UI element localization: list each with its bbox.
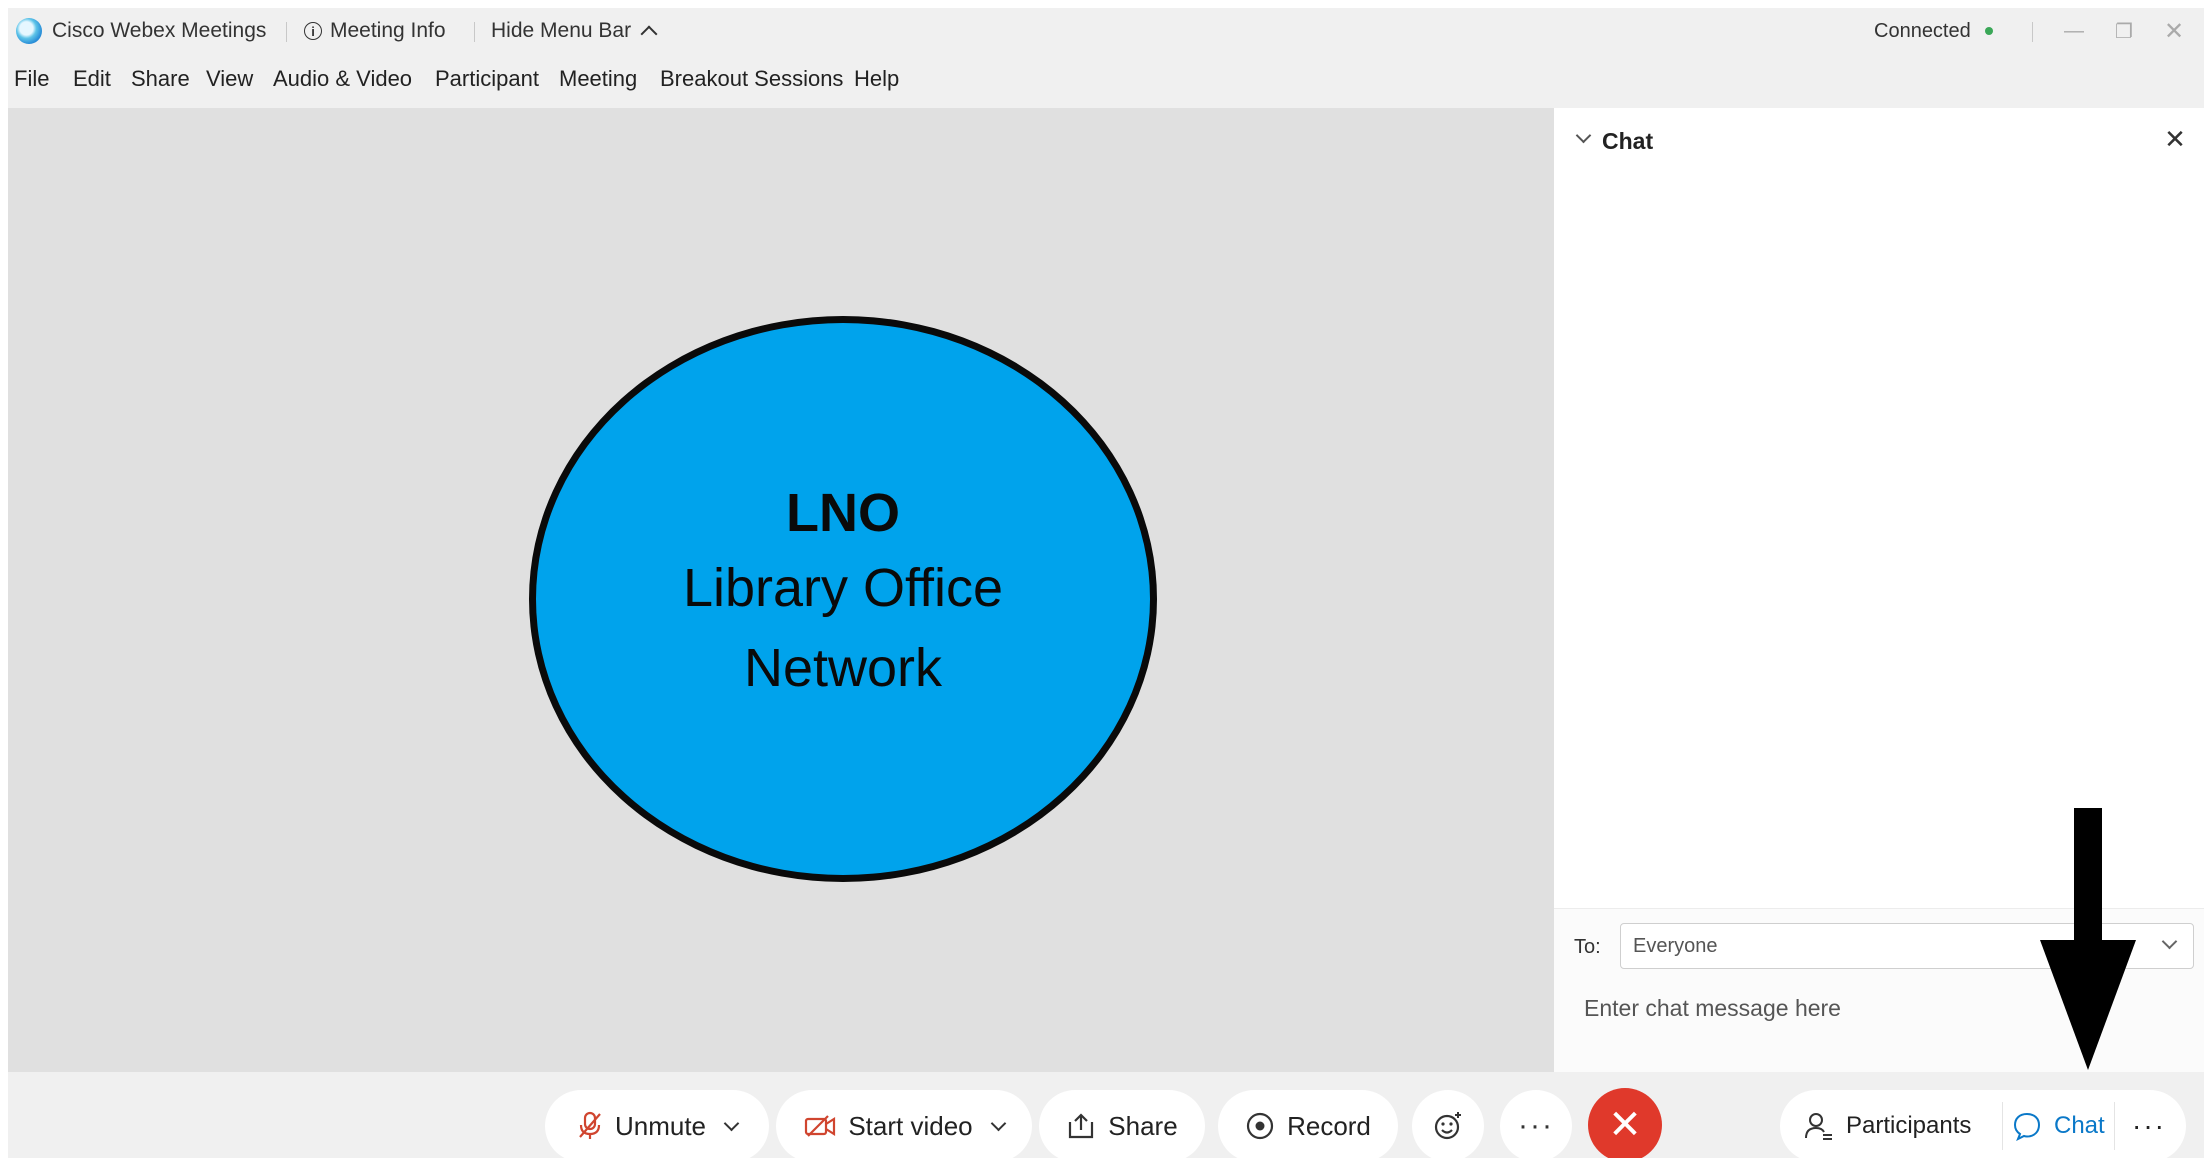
close-icon[interactable]: ✕ <box>2154 14 2194 48</box>
app-name: Cisco Webex Meetings <box>52 19 267 42</box>
hide-menu-bar-button[interactable]: Hide Menu Bar <box>491 8 658 54</box>
menu-help[interactable]: Help <box>854 66 899 92</box>
meeting-info-button[interactable]: i Meeting Info <box>304 8 446 54</box>
smiley-icon <box>1434 1112 1461 1140</box>
avatar-name-line1: Library Office <box>682 558 1004 618</box>
share-label: Share <box>1108 1110 1178 1141</box>
close-icon: ✕ <box>1608 1103 1642 1147</box>
divider <box>2114 1102 2115 1150</box>
participants-button[interactable]: Participants <box>1804 1090 1971 1158</box>
video-off-icon <box>805 1115 836 1137</box>
end-meeting-button[interactable]: ✕ <box>1588 1088 1662 1158</box>
menu-audio-video[interactable]: Audio & Video <box>273 66 412 92</box>
chat-label: Chat <box>2054 1112 2105 1139</box>
record-label: Record <box>1287 1110 1371 1141</box>
title-bar: Cisco Webex Meetings i Meeting Info Hide… <box>8 8 2204 54</box>
panel-buttons: Participants Chat ··· <box>1780 1090 2186 1158</box>
divider <box>474 22 475 42</box>
app-title: Cisco Webex Meetings <box>16 8 266 54</box>
participants-label: Participants <box>1846 1112 1972 1139</box>
muted-mic-icon <box>579 1111 601 1139</box>
chevron-down-icon[interactable] <box>990 1115 1006 1131</box>
chat-title: Chat <box>1602 128 1654 154</box>
record-button[interactable]: Record <box>1218 1090 1398 1158</box>
unmute-button[interactable]: Unmute <box>545 1090 769 1158</box>
divider <box>2002 1102 2003 1150</box>
record-icon <box>1246 1112 1274 1140</box>
menu-participant[interactable]: Participant <box>435 66 539 92</box>
menu-breakout-sessions[interactable]: Breakout Sessions <box>660 66 843 92</box>
video-stage: LNO Library Office Network <box>8 108 1554 1072</box>
chevron-down-icon[interactable] <box>723 1115 740 1131</box>
start-video-button[interactable]: Start video <box>776 1090 1032 1158</box>
menu-share[interactable]: Share <box>131 66 190 92</box>
start-video-label: Start video <box>848 1110 973 1141</box>
meeting-info-label: Meeting Info <box>330 19 446 42</box>
chevron-down-icon[interactable] <box>1575 127 1592 144</box>
chevron-up-icon <box>640 25 658 43</box>
connection-status: Connected <box>1874 8 1993 54</box>
participants-icon <box>1805 1113 1832 1140</box>
menu-file[interactable]: File <box>14 66 49 92</box>
meeting-controls: Unmute Start video Share Record ··· ✕ Pa… <box>8 1072 2204 1158</box>
divider <box>286 22 287 42</box>
arrow-annotation-icon <box>2040 808 2136 1070</box>
chat-bubble-icon <box>2013 1112 2041 1141</box>
webex-logo-icon <box>16 18 42 44</box>
menu-edit[interactable]: Edit <box>73 66 111 92</box>
menu-meeting[interactable]: Meeting <box>559 66 637 92</box>
more-options-icon[interactable]: ··· <box>1500 1090 1572 1158</box>
chevron-down-icon <box>2161 933 2178 950</box>
chat-header: Chat ✕ <box>1554 108 2204 174</box>
webex-window: Cisco Webex Meetings i Meeting Info Hide… <box>8 8 2204 1158</box>
avatar-name-line2: Network <box>743 638 943 698</box>
reactions-button[interactable] <box>1412 1090 1484 1158</box>
info-icon: i <box>304 22 322 40</box>
status-dot-icon <box>1984 27 1993 35</box>
to-label: To: <box>1574 936 1601 958</box>
hide-menu-bar-label: Hide Menu Bar <box>491 19 632 42</box>
share-button[interactable]: Share <box>1039 1090 1205 1158</box>
connection-status-label: Connected <box>1874 19 1971 42</box>
menu-view[interactable]: View <box>206 66 253 92</box>
close-chat-icon[interactable]: ✕ <box>2160 124 2190 154</box>
participant-avatar: LNO Library Office Network <box>529 316 1157 882</box>
divider <box>2032 22 2033 42</box>
unmute-label: Unmute <box>614 1110 707 1141</box>
restore-icon[interactable]: ❐ <box>2104 14 2144 48</box>
chat-button[interactable]: Chat <box>2012 1090 2105 1158</box>
menu-bar: File Edit Share View Audio & Video Parti… <box>8 54 2204 110</box>
minimize-icon[interactable]: — <box>2054 14 2094 48</box>
share-icon <box>1069 1113 1094 1139</box>
avatar-abbreviation: LNO <box>786 483 900 543</box>
recipient-value: Everyone <box>1633 935 1718 957</box>
more-options-icon[interactable]: ··· <box>2132 1090 2166 1158</box>
